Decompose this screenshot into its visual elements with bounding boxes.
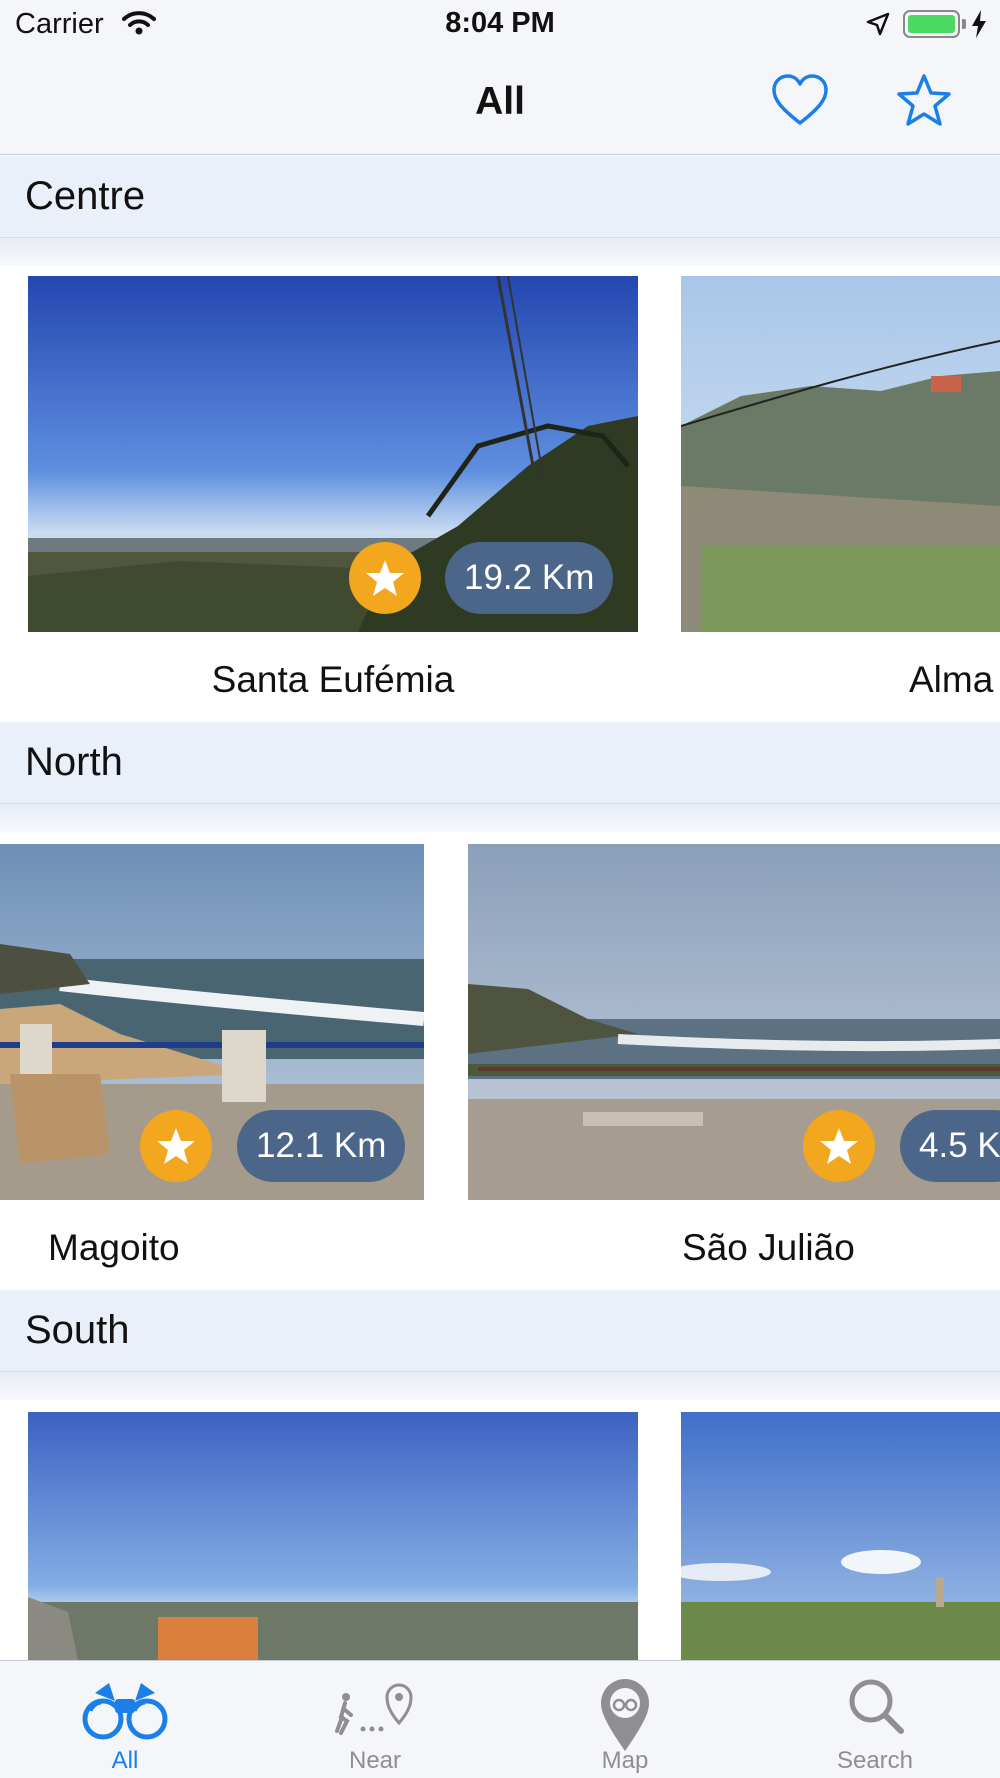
section-title: South [25,1308,130,1352]
section-title: Centre [25,174,146,218]
place-photo [681,276,1000,632]
location-arrow-icon [866,12,890,36]
star-filled-icon [366,560,404,596]
place-name: Santa Eufémia [211,659,455,700]
place-name: São Julião [682,1227,855,1268]
place-name: Alma [909,659,994,700]
section-header-south: South [0,1290,1000,1372]
binoculars-icon [82,1683,168,1740]
battery-level [908,15,955,33]
status-time: 8:04 PM [445,7,555,39]
tab-all[interactable]: All [0,1661,250,1778]
place-photo [28,1412,638,1660]
places-carousel-north[interactable]: 12.1 Km Magoito 4.5 K São Julião [0,832,1000,1288]
map-pin-icon [601,1679,649,1751]
place-card-magoito[interactable]: 12.1 Km Magoito [0,844,424,1284]
places-carousel-centre[interactable]: 19.2 Km Santa Eufémia Alma [0,266,1000,722]
tab-label: Map [601,1747,649,1774]
bolt-icon [972,10,986,38]
navigation-bar: All [0,50,1000,155]
place-card[interactable] [681,1412,1000,1660]
section-header-north: North [0,722,1000,804]
section-header-centre: Centre [0,156,1000,238]
page-title: All [475,80,525,123]
search-icon [849,1679,904,1734]
place-name: Magoito [48,1227,180,1268]
star-filled-icon [157,1128,195,1164]
tab-label: Near [348,1747,402,1774]
section-divider [0,804,1000,832]
tab-label: Search [836,1747,914,1774]
section-divider [0,238,1000,266]
place-card-alma[interactable]: Alma [681,276,1000,716]
place-card-sao-juliao[interactable]: 4.5 K São Julião [468,844,1000,1284]
place-photo [681,1412,1000,1660]
starred-badge [140,1110,212,1182]
section-title: North [25,740,123,784]
tab-label: All [111,1747,139,1774]
star-filled-icon [820,1128,858,1164]
battery-tip [962,19,966,29]
section-divider [0,1372,1000,1400]
tab-bar: All Near Map Search [0,1660,1000,1778]
battery-icon [903,10,960,38]
place-card[interactable] [28,1412,638,1660]
distance-badge: 19.2 Km [445,542,614,614]
place-card-santa-eufemia[interactable]: 19.2 Km Santa Eufémia [28,276,638,716]
tab-near[interactable]: Near [250,1661,500,1778]
star-icon[interactable] [894,72,954,130]
places-carousel-south[interactable] [0,1400,1000,1660]
tab-map[interactable]: Map [500,1661,750,1778]
distance-badge: 12.1 Km [237,1110,406,1182]
starred-badge [349,542,421,614]
walking-to-pin-icon [335,1683,413,1735]
heart-icon[interactable] [770,72,830,130]
status-bar: Carrier 8:04 PM [0,0,1000,50]
tab-search[interactable]: Search [750,1661,1000,1778]
starred-badge [803,1110,875,1182]
distance-badge: 4.5 K [900,1110,1000,1182]
